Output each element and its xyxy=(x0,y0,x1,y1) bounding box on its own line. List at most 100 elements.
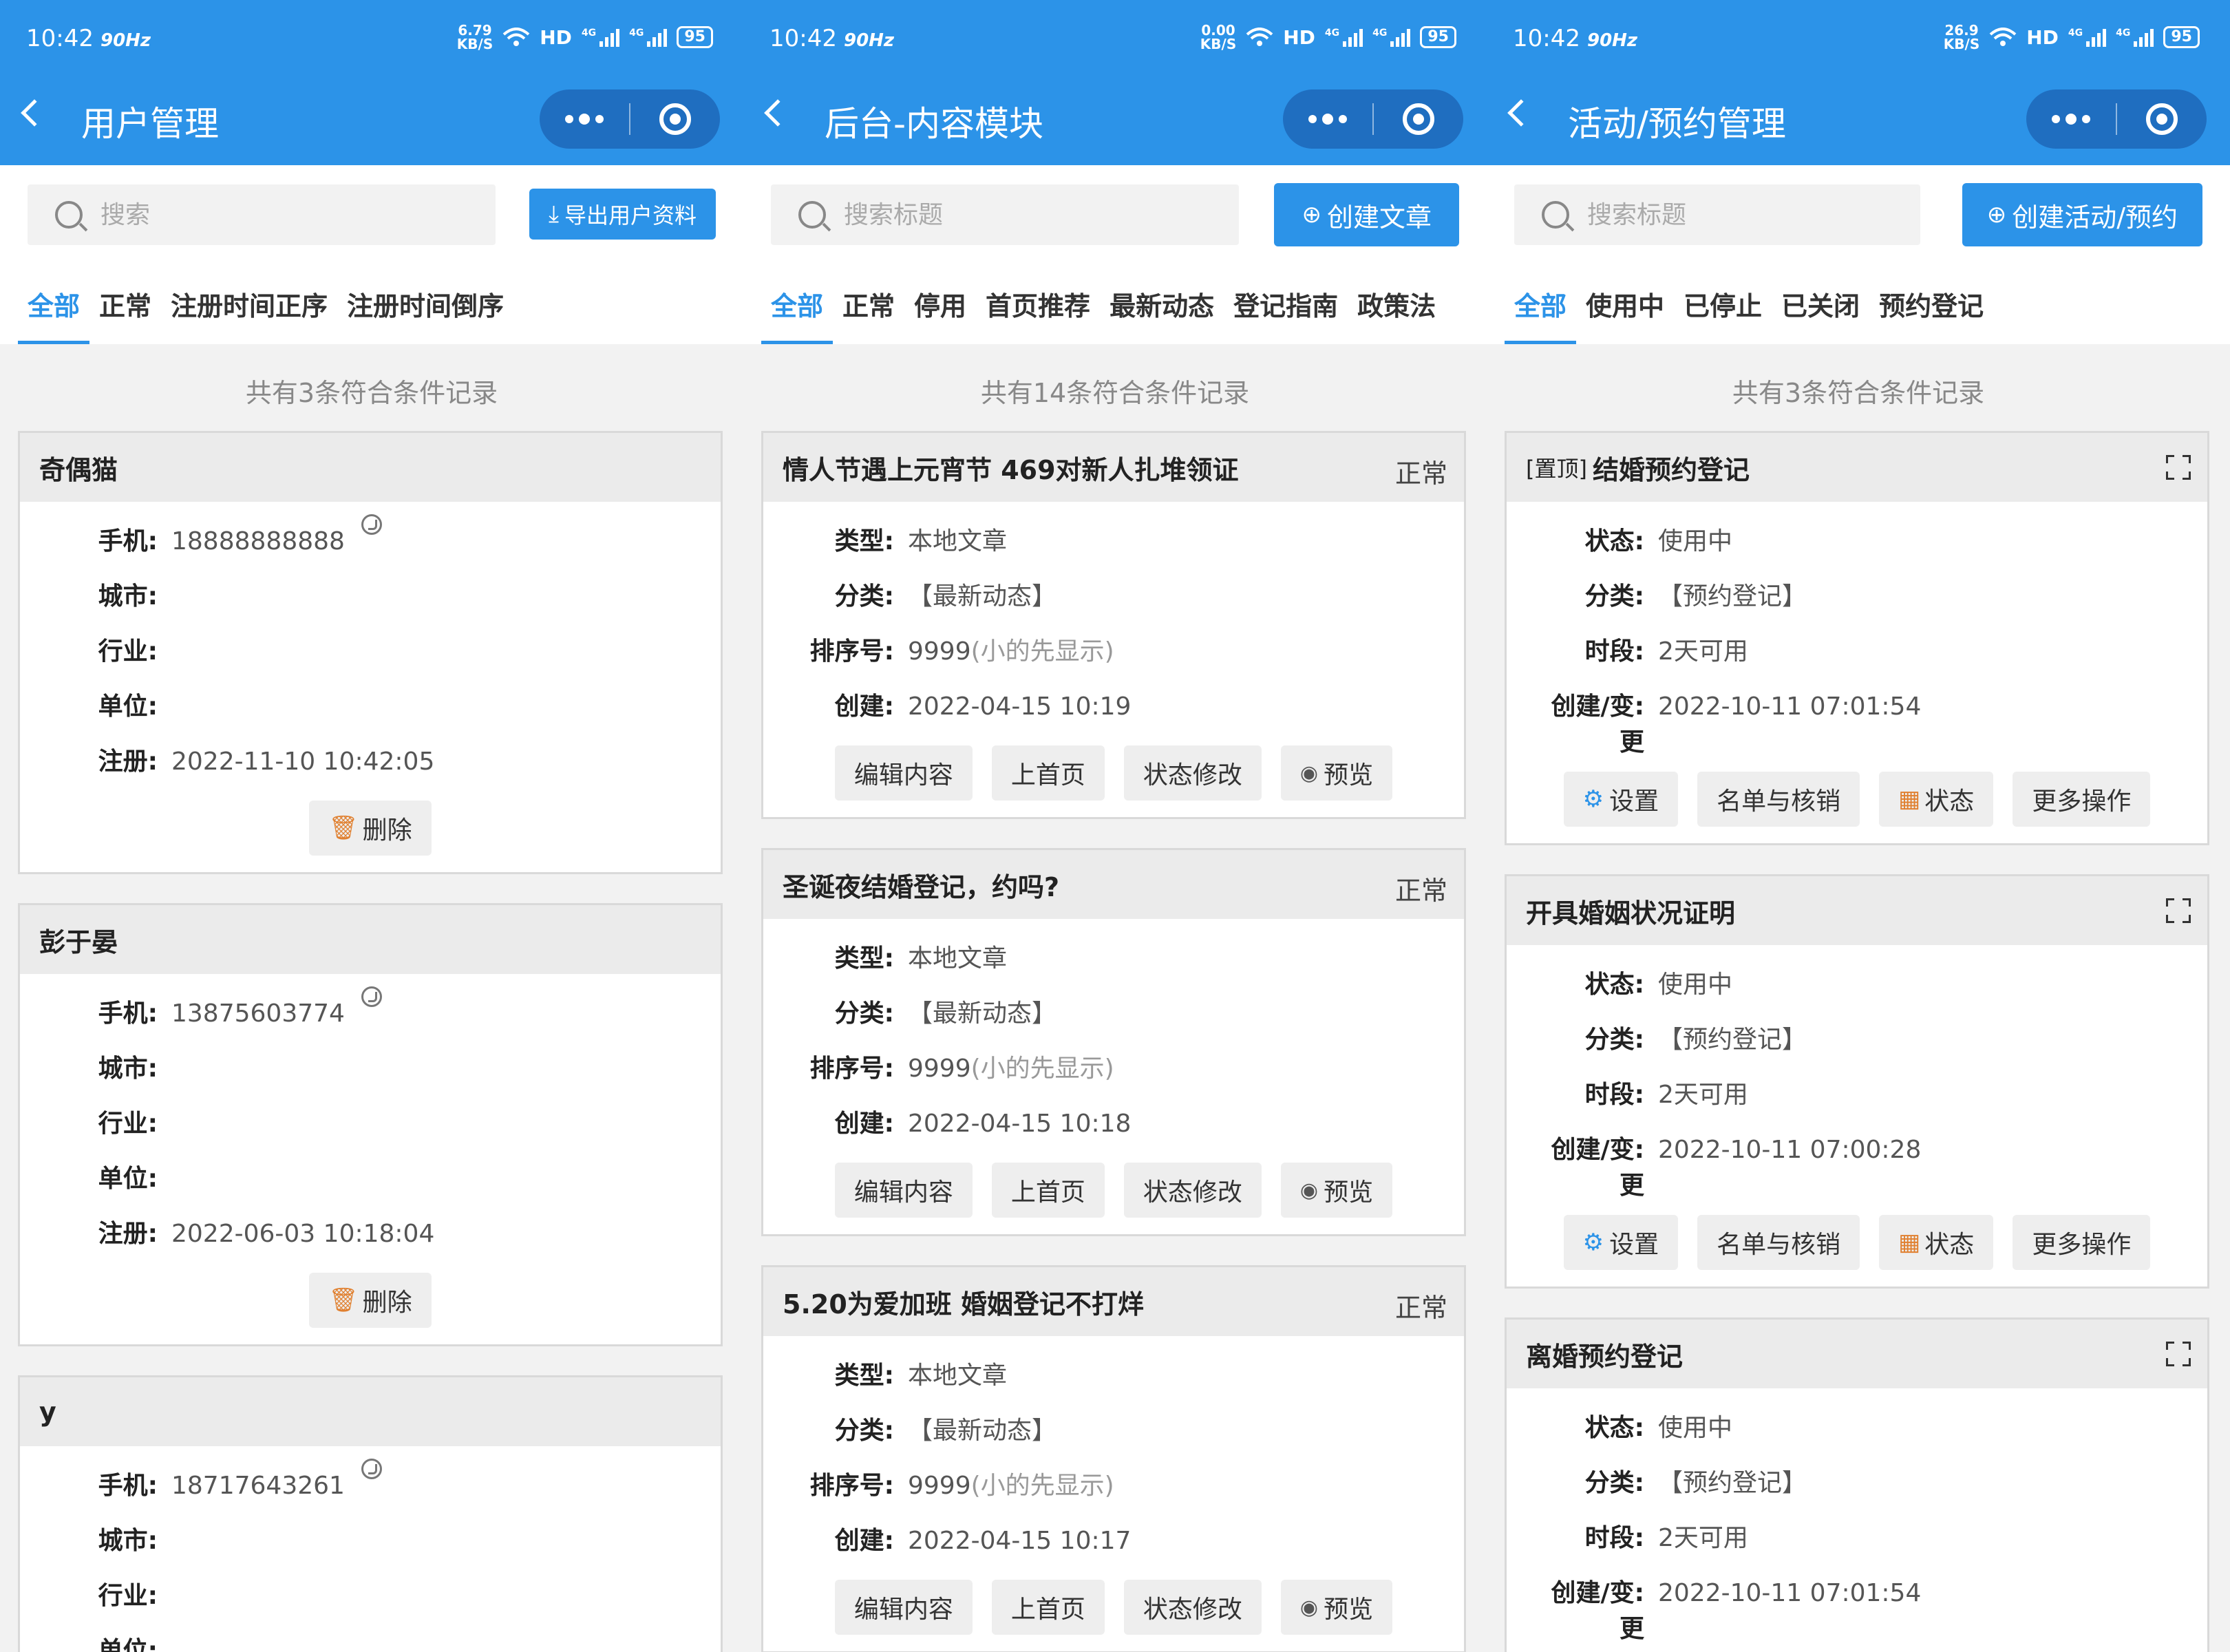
roster-button[interactable]: 名单与核销 xyxy=(1697,772,1860,827)
user-card: y 手机: 18717643261 城市: 行业: 单位: xyxy=(18,1375,723,1652)
tab-policy[interactable]: 政策法 xyxy=(1348,268,1445,344)
activity-title: 开具婚姻状况证明 xyxy=(1526,898,1736,929)
search-box[interactable] xyxy=(28,184,496,245)
tab-all[interactable]: 全部 xyxy=(761,268,833,344)
battery-icon: 95 xyxy=(2163,26,2200,48)
search-input[interactable] xyxy=(1587,200,1911,229)
phone-call-icon[interactable] xyxy=(361,986,382,1007)
phone-call-icon[interactable] xyxy=(361,514,382,535)
period-row: 时段: 2天可用 xyxy=(1584,1524,1748,1552)
delete-button[interactable]: 🗑 删除 xyxy=(309,1273,432,1328)
search-box[interactable] xyxy=(1514,184,1920,245)
close-target-icon[interactable] xyxy=(630,89,720,149)
hd-indicator: HD xyxy=(1283,25,1315,49)
record-count: 共有3条符合条件记录 xyxy=(1732,378,1985,408)
back-arrow-icon[interactable] xyxy=(21,99,48,127)
more-dots-icon[interactable] xyxy=(1283,89,1372,149)
delete-button[interactable]: 🗑 删除 xyxy=(309,801,432,856)
expand-icon[interactable] xyxy=(2166,1342,2191,1366)
tab-register-guide[interactable]: 登记指南 xyxy=(1224,268,1348,344)
state-row: 状态: 使用中 xyxy=(1584,971,1733,999)
expand-icon[interactable] xyxy=(2166,898,2191,923)
category-row: 分类: 【最新动态】 xyxy=(834,999,1057,1028)
set-homepage-button[interactable]: 上首页 xyxy=(991,1580,1105,1635)
more-dots-icon[interactable] xyxy=(2026,89,2116,149)
tab-all[interactable]: 全部 xyxy=(18,268,90,344)
filter-tabs: 全部 正常 注册时间正序 注册时间倒序 xyxy=(18,268,743,344)
sort-row: 排序号: 9999(小的先显示) xyxy=(809,1055,1114,1083)
signal-icon: 4G xyxy=(1325,28,1363,47)
search-box[interactable] xyxy=(771,184,1239,245)
industry-row: 行业: xyxy=(98,1582,158,1610)
change-status-button[interactable]: 状态修改 xyxy=(1123,745,1262,801)
phone-call-icon[interactable] xyxy=(361,1459,382,1479)
settings-button[interactable]: ⚙ 设置 xyxy=(1563,1215,1679,1270)
back-arrow-icon[interactable] xyxy=(764,99,792,127)
create-article-button[interactable]: ⊕ 创建文章 xyxy=(1274,183,1459,246)
state-row: 状态: 使用中 xyxy=(1584,1414,1733,1442)
tab-in-use[interactable]: 使用中 xyxy=(1576,268,1674,344)
tab-home-recommend[interactable]: 首页推荐 xyxy=(976,268,1100,344)
tab-latest-news[interactable]: 最新动态 xyxy=(1100,268,1224,344)
status-icons: 26.9 KB/S HD 4G 4G 95 xyxy=(1944,23,2200,51)
edit-content-button[interactable]: 编辑内容 xyxy=(834,1580,973,1635)
article-header: 5.20为爱加班 婚姻登记不打烊 正常 xyxy=(763,1267,1464,1336)
tab-all[interactable]: 全部 xyxy=(1505,268,1577,344)
change-status-button[interactable]: 状态修改 xyxy=(1123,1163,1262,1218)
tab-normal[interactable]: 正常 xyxy=(833,268,904,344)
phone-row: 手机: 13875603774 xyxy=(20,986,721,1041)
page-title: 后台-内容模块 xyxy=(825,104,1044,144)
expand-icon[interactable] xyxy=(2166,455,2191,480)
more-dots-icon[interactable] xyxy=(540,89,629,149)
register-row: 注册: 2022-06-03 10:18:04 xyxy=(98,1220,435,1248)
close-target-icon[interactable] xyxy=(1374,89,1463,149)
tab-register-asc[interactable]: 注册时间正序 xyxy=(161,268,337,344)
status-button[interactable]: ▦ 状态 xyxy=(1879,1215,1994,1270)
settings-button[interactable]: ⚙ 设置 xyxy=(1563,772,1679,827)
status-button[interactable]: ▦ 状态 xyxy=(1879,772,1994,827)
more-actions-button[interactable]: 更多操作 xyxy=(2013,772,2151,827)
more-actions-button[interactable]: 更多操作 xyxy=(2013,1215,2151,1270)
article-title: 情人节遇上元宵节 469对新人扎堆领证 xyxy=(783,454,1239,485)
tab-register-desc[interactable]: 注册时间倒序 xyxy=(337,268,513,344)
industry-row: 行业: xyxy=(98,637,158,666)
type-row: 类型: 本地文章 xyxy=(834,1362,1008,1390)
tab-closed[interactable]: 已关闭 xyxy=(1772,268,1869,344)
tab-stopped[interactable]: 已停止 xyxy=(1674,268,1772,344)
category-row: 分类: 【预约登记】 xyxy=(1584,1469,1807,1497)
edit-content-button[interactable]: 编辑内容 xyxy=(834,1163,973,1218)
tab-disabled[interactable]: 停用 xyxy=(904,268,976,344)
user-name: y xyxy=(20,1377,721,1446)
back-arrow-icon[interactable] xyxy=(1507,99,1535,127)
preview-button[interactable]: ◉ 预览 xyxy=(1280,745,1393,801)
export-users-button[interactable]: ⤓ 导出用户资料 xyxy=(529,189,716,240)
industry-row: 行业: xyxy=(98,1110,158,1138)
preview-button[interactable]: ◉ 预览 xyxy=(1280,1580,1393,1635)
search-input[interactable] xyxy=(100,200,486,229)
gear-icon: ⚙ xyxy=(1582,1229,1604,1256)
tab-normal[interactable]: 正常 xyxy=(89,268,161,344)
change-status-button[interactable]: 状态修改 xyxy=(1123,1580,1262,1635)
net-speed: 6.79 KB/S xyxy=(456,22,493,52)
article-card: 情人节遇上元宵节 469对新人扎堆领证 正常 类型: 本地文章 分类: 【最新动态】 … xyxy=(761,431,1466,819)
grid-icon: ▦ xyxy=(1898,1229,1921,1256)
set-homepage-button[interactable]: 上首页 xyxy=(991,1163,1105,1218)
city-row: 城市: xyxy=(98,1055,158,1083)
gear-icon: ⚙ xyxy=(1582,785,1604,813)
preview-button[interactable]: ◉ 预览 xyxy=(1280,1163,1393,1218)
roster-button[interactable]: 名单与核销 xyxy=(1697,1215,1860,1270)
close-target-icon[interactable] xyxy=(2117,89,2207,149)
tab-appointment[interactable]: 预约登记 xyxy=(1869,268,1993,344)
signal-icon: 4G xyxy=(2116,28,2154,47)
set-homepage-button[interactable]: 上首页 xyxy=(991,745,1105,801)
unit-row: 单位: xyxy=(98,692,158,721)
create-activity-button[interactable]: ⊕ 创建活动/预约 xyxy=(1962,183,2202,246)
phone-row: 手机: 18717643261 xyxy=(20,1459,721,1514)
search-input[interactable] xyxy=(844,200,1229,229)
wifi-icon xyxy=(1246,28,1273,46)
edit-content-button[interactable]: 编辑内容 xyxy=(834,745,973,801)
search-toolbar: ⊕创建文章 全部 正常 停用 首页推荐 最新动态 登记指南 政策法 xyxy=(743,165,1487,344)
article-title: 5.20为爱加班 婚姻登记不打烊 xyxy=(783,1289,1144,1320)
city-row: 城市: xyxy=(98,582,158,611)
activity-header: [置顶] 结婚预约登记 xyxy=(1507,433,2207,502)
